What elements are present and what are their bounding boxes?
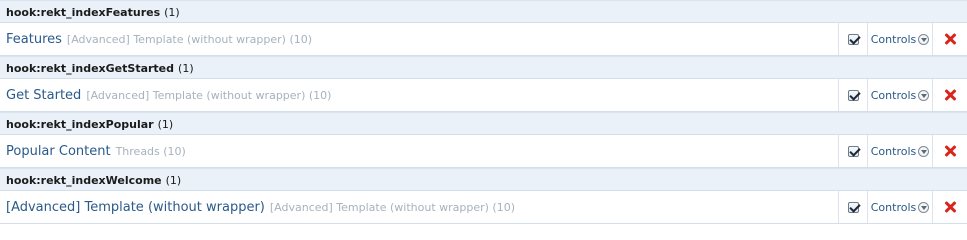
checkbox-checked-icon[interactable] [847,201,859,213]
controls-label: Controls [870,144,917,158]
controls-cell: Controls [868,135,933,167]
chevron-down-circle-icon [918,89,930,101]
chevron-down-circle-icon [918,145,930,157]
item-main: Popular Content Threads (10) [0,135,839,167]
controls-menu-button[interactable]: Controls [871,201,930,214]
controls-label: Controls [870,32,917,46]
enable-cell [839,191,868,223]
controls-cell: Controls [868,23,933,55]
delete-x-icon[interactable] [944,145,956,157]
controls-cell: Controls [868,191,933,223]
checkbox-checked-icon[interactable] [847,145,859,157]
item-title-link[interactable]: Features [6,32,62,47]
list-item: Popular Content Threads (10) Controls [0,134,967,168]
item-meta: [Advanced] Template (without wrapper) (1… [269,200,516,214]
hook-header: hook:rekt_indexFeatures (1) [0,0,967,23]
list-item: [Advanced] Template (without wrapper) [A… [0,190,967,224]
hook-header: hook:rekt_indexWelcome (1) [0,168,967,191]
item-main: [Advanced] Template (without wrapper) [A… [0,191,839,223]
controls-menu-button[interactable]: Controls [871,33,930,46]
checkbox-checked-icon[interactable] [847,89,859,101]
list-item: Get Started [Advanced] Template (without… [0,78,967,112]
hook-group: hook:rekt_indexFeatures (1) Features [Ad… [0,0,967,56]
hook-name: hook:rekt_indexWelcome [6,173,162,187]
hook-group: hook:rekt_indexPopular (1) Popular Conte… [0,112,967,168]
delete-cell [933,191,967,223]
checkbox-checked-icon[interactable] [847,33,859,45]
hook-header: hook:rekt_indexPopular (1) [0,112,967,135]
controls-label: Controls [870,88,917,102]
item-meta: Threads (10) [115,144,186,158]
hook-group: hook:rekt_indexWelcome (1) [Advanced] Te… [0,168,967,224]
controls-cell: Controls [868,79,933,111]
hook-group: hook:rekt_indexGetStarted (1) Get Starte… [0,56,967,112]
list-item: Features [Advanced] Template (without wr… [0,22,967,56]
item-title-link[interactable]: Get Started [6,88,81,103]
hook-header: hook:rekt_indexGetStarted (1) [0,56,967,79]
item-meta: [Advanced] Template (without wrapper) (1… [86,88,332,102]
delete-cell [933,23,967,55]
delete-cell [933,79,967,111]
item-main: Get Started [Advanced] Template (without… [0,79,839,111]
controls-menu-button[interactable]: Controls [871,89,930,102]
delete-x-icon[interactable] [944,201,956,213]
controls-label: Controls [870,200,917,214]
delete-x-icon[interactable] [944,89,956,101]
enable-cell [839,79,868,111]
hook-name: hook:rekt_indexFeatures [6,5,161,19]
hook-count: (1) [178,61,194,75]
hook-count: (1) [157,117,174,131]
item-title-link[interactable]: Popular Content [6,144,111,159]
hook-name: hook:rekt_indexPopular [6,117,154,131]
item-title-link[interactable]: [Advanced] Template (without wrapper) [6,200,265,215]
chevron-down-circle-icon [918,201,930,213]
controls-menu-button[interactable]: Controls [871,145,930,158]
enable-cell [839,23,868,55]
item-meta: [Advanced] Template (without wrapper) (1… [66,32,313,46]
delete-cell [933,135,967,167]
chevron-down-circle-icon [918,33,930,45]
delete-x-icon[interactable] [944,33,956,45]
item-main: Features [Advanced] Template (without wr… [0,23,839,55]
hook-count: (1) [165,173,182,187]
hook-count: (1) [164,5,180,19]
enable-cell [839,135,868,167]
hook-list: hook:rekt_indexFeatures (1) Features [Ad… [0,0,967,224]
hook-name: hook:rekt_indexGetStarted [6,61,175,75]
